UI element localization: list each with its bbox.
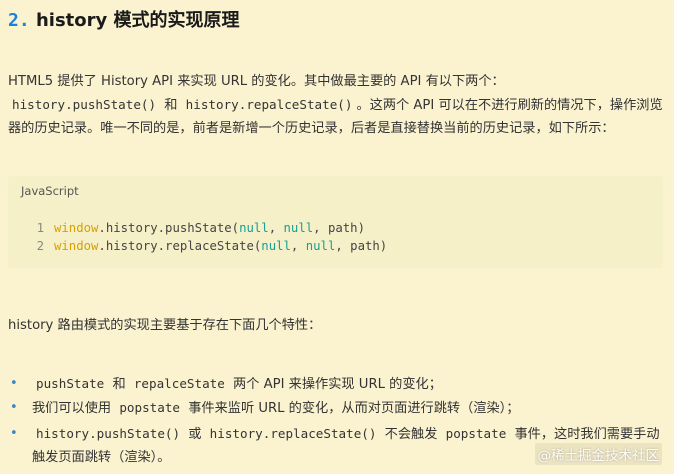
features-intro: history 路由模式的实现主要基于存在下面几个特性： [8, 318, 322, 333]
intro-and: 和 [164, 98, 178, 113]
code-token-separator: , [290, 239, 306, 253]
inline-code-pushstate: history.pushState() [12, 97, 157, 112]
inline-code: pushState [36, 376, 105, 391]
code-line: 2 window.history.replaceState(null, null,… [30, 237, 388, 255]
code-token-object: window [54, 221, 99, 235]
section-heading: 2. history 模式的实现原理 [8, 6, 240, 32]
bullet-icon: • [10, 400, 18, 415]
code-token-method: .history.replaceState( [98, 239, 262, 253]
inline-code-replacestate: history.repalceState() [185, 97, 353, 112]
list-item: • pushState 和 repalceState 两个 API 来操作实现 … [8, 372, 668, 396]
code-token-object: window [54, 239, 99, 253]
code-token-null: null [305, 239, 336, 253]
heading-number: 2. [8, 10, 30, 31]
list-text: 事件来监听 URL 的变化，从而对页面进行跳转（渲染）； [188, 401, 520, 416]
inline-code: history.pushState() [36, 426, 181, 441]
inline-code: history.replaceState() [209, 426, 377, 441]
code-language-label: JavaScript [21, 184, 79, 198]
line-number: 2 [36, 239, 44, 253]
code-token-rest: , path) [313, 221, 365, 235]
list-text: 或 [188, 427, 202, 442]
inline-code: popstate [119, 400, 180, 415]
heading-title: history 模式的实现原理 [35, 10, 240, 31]
line-number: 1 [36, 221, 44, 235]
bullet-icon: • [10, 426, 18, 441]
list-text: 和 [112, 377, 126, 392]
list-text: 两个 API 来操作实现 URL 的变化； [233, 377, 442, 392]
code-token-method: .history.pushState( [98, 221, 240, 235]
list-item: • 我们可以使用 popstate 事件来监听 URL 的变化，从而对页面进行跳… [8, 396, 668, 420]
code-line: 1 window.history.pushState(null, null, pa… [30, 219, 365, 237]
code-token-rest: , path) [335, 239, 388, 253]
watermark: @稀土掘金技术社区 [534, 443, 662, 465]
code-token-null: null [283, 221, 314, 235]
code-token-separator: , [268, 221, 284, 235]
bullet-icon: • [10, 376, 18, 391]
inline-code: popstate [445, 426, 507, 441]
intro-text-1: HTML5 提供了 History API 来实现 URL 的变化。其中做最主要… [8, 74, 505, 89]
code-block: JavaScript 1 window.history.pushState(nul… [8, 176, 663, 268]
inline-code: repalceState [133, 376, 225, 391]
code-token-null: null [261, 239, 291, 253]
code-token-null: null [239, 221, 269, 235]
intro-paragraph: HTML5 提供了 History API 来实现 URL 的变化。其中做最主要… [8, 70, 668, 140]
list-text: 不会触发 [384, 427, 438, 442]
list-text: 我们可以使用 [32, 401, 112, 416]
